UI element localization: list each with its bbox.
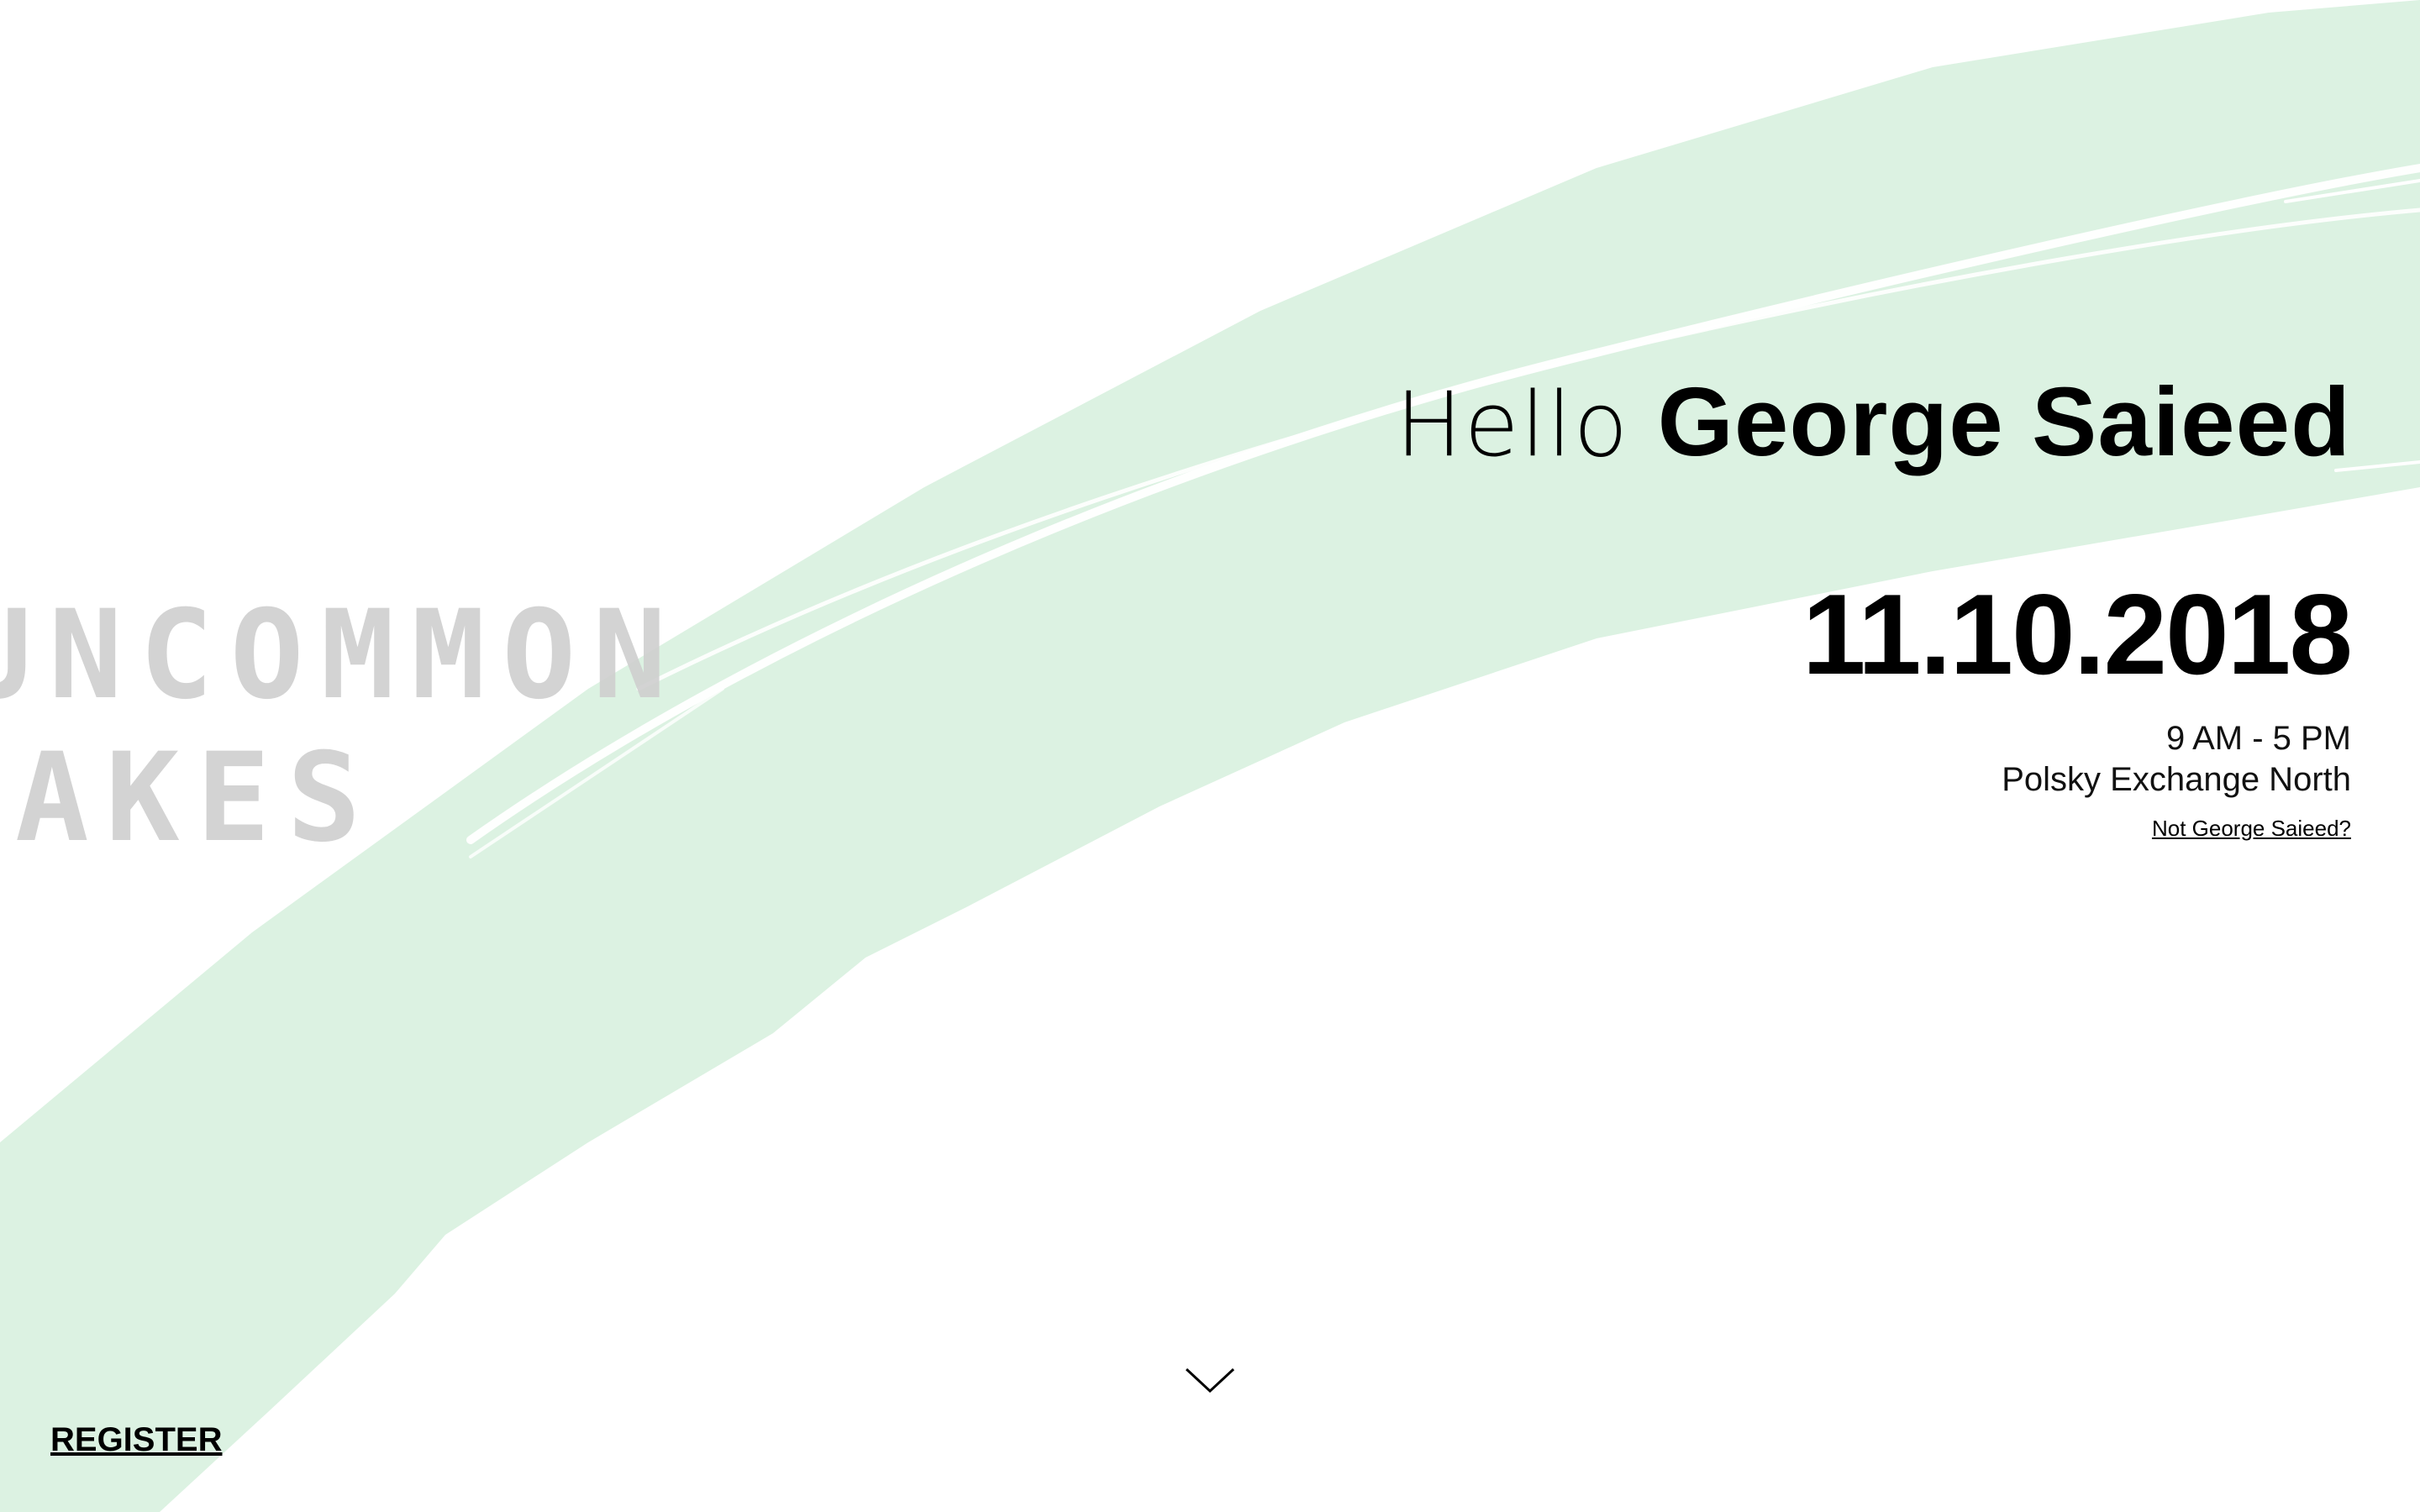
event-time: 9 AM - 5 PM bbox=[2165, 720, 2351, 757]
greeting-hello: Hello bbox=[1395, 373, 1630, 476]
scroll-down-button[interactable] bbox=[1176, 1359, 1244, 1401]
logo-line-2: MAKES bbox=[0, 727, 378, 857]
event-date: 11.10.2018 bbox=[1802, 570, 2353, 698]
logo-line-1: UNCOMMON bbox=[0, 588, 683, 727]
landing-page: UNCOMMON MAKES Hello George Saieed 11.10… bbox=[0, 0, 2420, 1512]
register-link[interactable]: REGISTER bbox=[50, 1418, 222, 1462]
chevron-down-icon bbox=[1185, 1368, 1235, 1394]
event-location: Polsky Exchange North bbox=[2002, 761, 2351, 798]
not-user-link[interactable]: Not George Saieed? bbox=[2152, 815, 2351, 842]
uncommon-makes-logo: UNCOMMON MAKES bbox=[0, 588, 683, 857]
greeting-heading: Hello George Saieed bbox=[1396, 363, 2351, 484]
greeting-name: George Saieed bbox=[1657, 367, 2351, 476]
